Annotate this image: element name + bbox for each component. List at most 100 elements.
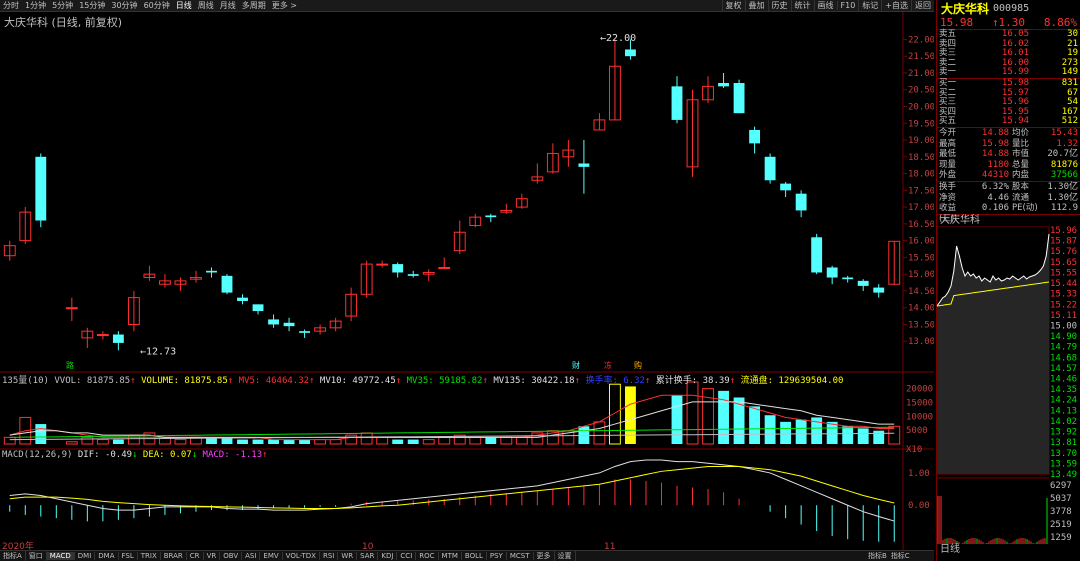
mini-volume-tick: 5037	[1050, 494, 1072, 504]
period-tab[interactable]: 60分钟	[141, 0, 173, 11]
macd-tick-label: 0.00	[908, 501, 930, 511]
indicator-tab[interactable]: 窗口	[26, 551, 47, 561]
price-tick-label: 18.50	[908, 153, 934, 163]
price-tick-label: 20.00	[908, 102, 934, 112]
indicator-tab[interactable]: PSY	[487, 552, 507, 560]
candle-body	[206, 270, 217, 273]
period-tab[interactable]: 月线	[217, 0, 239, 11]
indicator-tab[interactable]: MTM	[439, 552, 462, 560]
stat-row: 净资 4.46 流通 1.30亿	[937, 193, 1080, 204]
mini-price-tick: 14.46	[1050, 374, 1077, 384]
candle-body	[392, 264, 404, 273]
indicator-tab[interactable]: KDJ	[378, 552, 398, 560]
toolbar-button[interactable]: 返回	[911, 0, 934, 11]
event-marker: 路	[66, 360, 74, 370]
event-marker: 冻	[604, 360, 612, 370]
toolbar-button[interactable]: 复权	[721, 0, 745, 11]
period-tab[interactable]: 分时	[0, 0, 22, 11]
indicator-tab[interactable]: WR	[338, 552, 358, 560]
stat-label: 净资	[939, 192, 957, 203]
toolbar-button[interactable]: 历史	[767, 0, 791, 11]
period-toolbar: 分时 1分钟 5分钟 15分钟 30分钟 60分钟 日线 周线 月线 多周期 更多 > 复权 叠加 历史统…	[0, 0, 934, 12]
candle-body	[268, 319, 279, 325]
price-tick-label: 22.00	[908, 35, 934, 45]
period-tab[interactable]: 1分钟	[22, 0, 49, 11]
date-label: 2020年	[2, 540, 34, 550]
period-tab[interactable]: 更多 >	[269, 0, 300, 11]
last-price: 15.98	[940, 16, 974, 29]
stat-value: 20.7亿	[1047, 149, 1078, 160]
vol-turnover: 换手率: 6.32	[585, 376, 645, 386]
indicator-tab[interactable]: RSI	[320, 552, 339, 560]
period-tab[interactable]: 日线	[173, 0, 195, 11]
mini-price-tick: 15.87	[1050, 236, 1077, 246]
volume-bar	[252, 439, 264, 444]
candle-body	[873, 287, 885, 293]
mini-chart-title: 大庆华科	[940, 214, 980, 226]
period-tab[interactable]: 30分钟	[108, 0, 140, 11]
volume-bar	[515, 436, 528, 445]
indicator-tab[interactable]: FSL	[119, 552, 138, 560]
toolbar-button[interactable]: 画线	[813, 0, 837, 11]
indicator-tab[interactable]: CCI	[397, 552, 417, 560]
event-marker: 财	[572, 360, 580, 370]
volume-tick-label: 5000	[906, 426, 928, 436]
indicator-tab[interactable]: ROC	[416, 552, 439, 560]
indicator-tab[interactable]: 指标B	[866, 551, 889, 561]
price-tick-label: 20.50	[908, 86, 934, 96]
period-tab[interactable]: 多周期	[239, 0, 269, 11]
indicator-tab[interactable]: ASI	[242, 552, 261, 560]
indicator-tab[interactable]: 设置	[555, 551, 576, 561]
indicator-tab[interactable]: BOLL	[462, 552, 487, 560]
date-label: 10	[362, 542, 374, 550]
indicator-tab[interactable]: BRAR	[161, 552, 187, 560]
period-tab[interactable]: 15分钟	[76, 0, 108, 11]
period-tab[interactable]: 周线	[195, 0, 217, 11]
volume-bar	[407, 439, 419, 444]
stat-row: 最高 15.98 量比 1.32	[937, 139, 1080, 150]
indicator-tab[interactable]: 更多	[534, 551, 555, 561]
stat-value: 44310	[981, 170, 1009, 181]
indicator-tab[interactable]: CR	[187, 552, 204, 560]
toolbar-button[interactable]: 标记	[858, 0, 881, 11]
indicator-tab[interactable]: SAR	[357, 552, 379, 560]
mini-price-tick: 13.70	[1050, 448, 1077, 458]
volume-bar	[764, 415, 776, 444]
indicator-tab[interactable]: VR	[204, 552, 221, 560]
order-book-row[interactable]: 卖一 15.99 149	[937, 68, 1080, 78]
indicator-tab[interactable]: MACD	[46, 552, 75, 560]
volume-bar	[873, 430, 885, 444]
order-book-row[interactable]: 买五 15.94 512	[937, 117, 1080, 127]
indicator-tab[interactable]: 指标C	[889, 551, 912, 561]
candle-body	[718, 83, 729, 87]
toolbar-button[interactable]: 统计	[790, 0, 814, 11]
toolbar-button[interactable]: F10	[836, 1, 859, 10]
indicator-tab[interactable]: TRIX	[138, 552, 161, 560]
level-volume: 149	[1061, 67, 1078, 78]
indicator-tab[interactable]: OBV	[220, 552, 243, 560]
volume-bar	[283, 439, 295, 444]
macd-dif: DIF: -0.49	[77, 450, 133, 460]
candle-body	[811, 237, 823, 273]
stat-label: 换手	[939, 181, 957, 192]
kline-chart[interactable]: 22.00 21.50 21.00 20.50 20.00 19.50 19.00 18.50…	[0, 12, 934, 550]
volume-bar	[438, 436, 451, 445]
indicator-tab[interactable]: EMV	[260, 552, 283, 560]
stock-name: 大庆华科	[941, 1, 990, 16]
mini-chart-period[interactable]: 日线	[936, 540, 1080, 555]
candle-body	[299, 331, 311, 333]
mini-price-tick: 14.24	[1050, 395, 1077, 405]
indicator-tab[interactable]: DMI	[75, 552, 96, 560]
indicator-tab[interactable]: DMA	[95, 552, 119, 560]
indicator-tab[interactable]: VOL-TDX	[283, 552, 320, 560]
toolbar-button[interactable]: +自选	[881, 0, 911, 11]
toolbar-button[interactable]: 叠加	[744, 0, 768, 11]
period-tab[interactable]: 5分钟	[49, 0, 76, 11]
indicator-tab[interactable]: MCST	[507, 552, 534, 560]
intraday-mini-chart[interactable]: 15.9615.8715.7615.6515.5515.4415.3315.22…	[936, 225, 1080, 546]
candle-body	[780, 183, 792, 191]
stat-row: 换手 6.32% 股本 1.30亿	[937, 182, 1080, 193]
indicator-tab[interactable]: 指标A	[0, 551, 26, 561]
candle-body	[438, 266, 451, 269]
volume-bar	[35, 424, 47, 444]
